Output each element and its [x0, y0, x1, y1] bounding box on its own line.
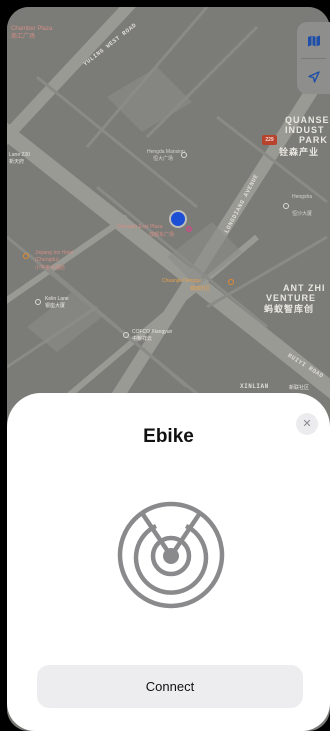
map-controls	[297, 22, 330, 94]
map-label-chengdu-east: Chengdu East Plaza	[117, 224, 163, 230]
location-arrow-icon	[307, 70, 320, 83]
locate-button[interactable]	[297, 60, 330, 93]
screen: Chamber Plaza 商汇广场 YULING WEST ROAD QUAN…	[0, 0, 330, 731]
map-label-hengda-cn: 恒大广场	[153, 156, 174, 162]
map-label-left-mid-cn: 银座大厦	[45, 303, 66, 309]
map-label-left-mid: Kelin Lane	[45, 296, 69, 302]
map-label-left-unit-cn: 新天府	[9, 159, 25, 165]
map-icon	[307, 35, 320, 46]
connect-button[interactable]: Connect	[37, 665, 303, 708]
map-label-left-hotel-cn: 小宇宙大酒店	[35, 265, 66, 271]
poi-icon[interactable]	[283, 203, 289, 209]
ebike-sheet: ✕ Ebike Connect	[7, 393, 330, 731]
map-label-ant-cn: 蚂蚁智库创	[264, 304, 315, 314]
map-label-left-hotel: Jinjiang Inn Hotel	[35, 250, 74, 256]
map-label-quanse-cn: 铨森产业	[279, 147, 320, 157]
map-label-quanse-3: PARK	[299, 135, 328, 145]
map-label-ant-2: VENTURE	[266, 293, 317, 303]
map-label-chamber-plaza: Chamber Plaza	[11, 26, 53, 32]
map-label-left-hotel-2: (Chengdu)	[35, 257, 59, 263]
poi-icon[interactable]	[123, 332, 129, 338]
map-label-quanse: QUANSE	[285, 115, 330, 125]
metro-icon: 229	[262, 135, 277, 145]
map-mode-button[interactable]	[297, 24, 330, 57]
map-label-chuanjia-cn: 锦城灯区	[190, 286, 211, 292]
map-label-cofco-cn: 中粮祥云	[132, 336, 153, 342]
map-label-hengda: Hengda Mansion	[147, 149, 185, 155]
map-label-left-unit: Lane 230	[9, 152, 30, 158]
map-label-cofco: COFCO Xiangyun	[132, 329, 173, 335]
poi-icon[interactable]	[23, 253, 29, 259]
controls-divider	[301, 58, 326, 59]
poi-icon[interactable]	[228, 279, 234, 285]
map-label-chengdu-east-cn: 成都东广场	[149, 232, 175, 238]
radar-icon	[117, 501, 225, 609]
map-label-chuanjia: Chuanjia Dengqu	[162, 278, 201, 284]
map-label-quanse-2: INDUST	[285, 125, 325, 135]
user-location-icon	[171, 212, 185, 226]
poi-icon[interactable]	[181, 152, 187, 158]
map-label-chamber-plaza-cn: 商汇广场	[11, 34, 36, 40]
poi-icon[interactable]	[35, 299, 41, 305]
poi-icon[interactable]	[186, 226, 192, 232]
map-label-xinlian-cn: 新联社区	[289, 385, 310, 391]
map-label-xinlian: XINLIAN	[240, 383, 269, 390]
map-label-hengsha: Hengsha	[292, 194, 313, 200]
map-label-ant: ANT ZHI	[283, 283, 326, 293]
map-label-hengsha-cn: 恒沙大厦	[292, 211, 313, 217]
sheet-title: Ebike	[143, 426, 194, 447]
